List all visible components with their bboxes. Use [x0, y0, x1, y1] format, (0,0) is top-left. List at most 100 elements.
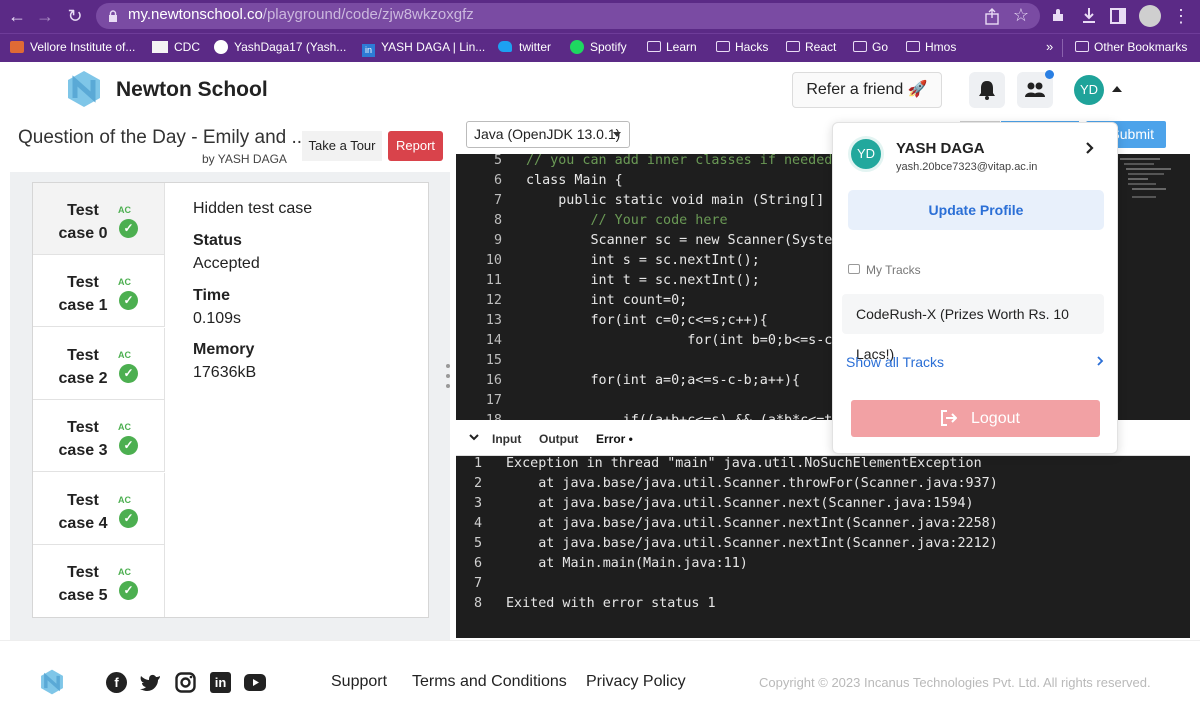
support-link[interactable]: Support — [331, 673, 387, 691]
testcase-number: case 5 — [58, 587, 108, 604]
testcase-label: Test — [67, 564, 99, 581]
line-number: 1 — [473, 456, 482, 471]
output-line: at java.base/java.util.Scanner.nextInt(S… — [506, 516, 998, 531]
facebook-icon[interactable]: f — [106, 672, 127, 693]
tab-error[interactable]: Error • — [596, 432, 633, 446]
caret-up-icon[interactable] — [1112, 86, 1122, 92]
bookmark-vit[interactable]: Vellore Institute of... — [10, 40, 135, 54]
tab-output[interactable]: Output — [539, 432, 578, 446]
line-number: 3 — [473, 496, 482, 511]
bookmark-twitter[interactable]: twitter — [498, 40, 551, 54]
language-value: Java (OpenJDK 13.0.1) — [474, 126, 621, 142]
back-icon[interactable]: ← — [6, 5, 28, 27]
sidebar-icon[interactable] — [1110, 8, 1126, 24]
forward-icon[interactable]: → — [34, 5, 56, 27]
line-number: 12 — [485, 293, 502, 308]
spotify-icon — [570, 40, 584, 54]
testcase-tab[interactable]: Test case 5 AC ✓ — [33, 545, 165, 617]
bookmark-react[interactable]: React — [786, 40, 836, 54]
testcase-tab[interactable]: Test case 0 AC ✓ — [33, 183, 165, 255]
extensions-icon[interactable] — [1050, 8, 1066, 24]
bookmarks-divider — [1062, 39, 1063, 57]
bell-icon — [979, 81, 995, 100]
check-circle-icon: ✓ — [119, 581, 138, 600]
logout-label: Logout — [971, 410, 1020, 427]
other-bookmarks[interactable]: Other Bookmarks — [1075, 40, 1187, 54]
share-icon[interactable] — [984, 8, 1000, 25]
line-number: 4 — [473, 516, 482, 531]
refer-friend-button[interactable]: Refer a friend 🚀 — [792, 72, 942, 108]
check-circle-icon: ✓ — [119, 436, 138, 455]
testcase-tab[interactable]: Test case 2 AC ✓ — [33, 328, 165, 400]
user-avatar[interactable]: YD — [1074, 75, 1104, 105]
more-bookmarks-chevron[interactable]: » — [1046, 39, 1053, 54]
testcase-label: Test — [67, 274, 99, 291]
collapse-chevron-icon[interactable] — [469, 434, 479, 441]
vit-logo-icon — [10, 41, 24, 53]
update-profile-button[interactable]: Update Profile — [848, 190, 1104, 230]
line-number: 5 — [493, 154, 502, 168]
privacy-link[interactable]: Privacy Policy — [586, 673, 686, 691]
browser-profile-avatar[interactable] — [1139, 5, 1161, 27]
track-item[interactable]: CodeRush-X (Prizes Worth Rs. 10 Lacs!) — [842, 294, 1104, 362]
output-line: at java.base/java.util.Scanner.throwFor(… — [506, 476, 998, 491]
chevron-right-icon[interactable] — [1097, 356, 1104, 366]
download-icon[interactable] — [1081, 7, 1097, 25]
language-select[interactable]: Java (OpenJDK 13.0.1) — [466, 121, 630, 148]
newton-school-footer-logo-icon[interactable] — [39, 669, 65, 695]
bookmark-go[interactable]: Go — [853, 40, 888, 54]
newton-school-logo-icon[interactable] — [66, 70, 102, 108]
output-line: at Main.main(Main.java:11) — [506, 556, 748, 571]
brand-name[interactable]: Newton School — [116, 78, 268, 102]
testcase-title: Hidden test case — [193, 200, 313, 217]
url-host: my.newtonschool.co — [128, 6, 263, 23]
code-line: class Main { — [526, 173, 623, 188]
bookmark-cdc[interactable]: CDC — [152, 40, 200, 54]
copyright-text: Copyright © 2023 Incanus Technologies Pv… — [759, 675, 1151, 690]
ac-badge: AC — [118, 495, 131, 505]
menu-kebab-icon[interactable]: ⋮ — [1170, 5, 1192, 27]
logout-button[interactable]: Logout — [851, 400, 1100, 437]
report-button[interactable]: Report — [388, 131, 443, 161]
status-label: Status — [193, 232, 242, 249]
folder-icon — [716, 41, 730, 52]
chevron-right-icon[interactable] — [1085, 142, 1094, 154]
profile-name[interactable]: YASH DAGA — [896, 140, 985, 157]
cdc-icon — [152, 41, 168, 53]
youtube-icon[interactable] — [244, 674, 266, 691]
testcase-label: Test — [67, 492, 99, 509]
star-icon[interactable]: ☆ — [1010, 4, 1032, 26]
question-title: Question of the Day - Emily and ... — [18, 127, 308, 148]
url-path: /playground/code/zjw8wkzoxgfz — [262, 6, 474, 23]
line-number: 10 — [485, 253, 502, 268]
reload-icon[interactable]: ↻ — [64, 5, 86, 27]
community-button[interactable] — [1017, 70, 1054, 108]
code-minimap[interactable] — [1120, 156, 1180, 206]
dropdown-avatar: YD — [848, 136, 884, 172]
panel-resize-handle[interactable] — [444, 362, 452, 390]
testcase-tab[interactable]: Test case 3 AC ✓ — [33, 400, 165, 472]
line-number: 9 — [493, 233, 502, 248]
testcase-tab[interactable]: Test case 4 AC ✓ — [33, 473, 165, 545]
folder-icon — [647, 41, 661, 52]
show-all-tracks-link[interactable]: Show all Tracks — [846, 354, 944, 370]
instagram-icon[interactable] — [175, 672, 196, 693]
bookmark-spotify[interactable]: Spotify — [570, 40, 627, 54]
bookmark-learn[interactable]: Learn — [647, 40, 697, 54]
testcase-label: Test — [67, 347, 99, 364]
terms-link[interactable]: Terms and Conditions — [412, 673, 567, 691]
linkedin-footer-icon[interactable]: in — [210, 672, 231, 693]
line-number: 8 — [493, 213, 502, 228]
twitter-icon[interactable] — [140, 674, 161, 691]
tab-input[interactable]: Input — [492, 432, 521, 446]
ac-badge: AC — [118, 277, 131, 287]
take-tour-button[interactable]: Take a Tour — [302, 131, 382, 161]
bookmarks-bar: Vellore Institute of... CDC YashDaga17 (… — [0, 33, 1200, 62]
bookmark-github[interactable]: YashDaga17 (Yash... — [214, 40, 346, 54]
bookmark-linkedin[interactable]: in YASH DAGA | Lin... — [362, 40, 485, 57]
bookmark-hacks[interactable]: Hacks — [716, 40, 768, 54]
notifications-button[interactable] — [969, 72, 1005, 108]
code-line: int t = sc.nextInt(); — [526, 273, 760, 288]
bookmark-hmos[interactable]: Hmos — [906, 40, 956, 54]
testcase-tab[interactable]: Test case 1 AC ✓ — [33, 255, 165, 327]
